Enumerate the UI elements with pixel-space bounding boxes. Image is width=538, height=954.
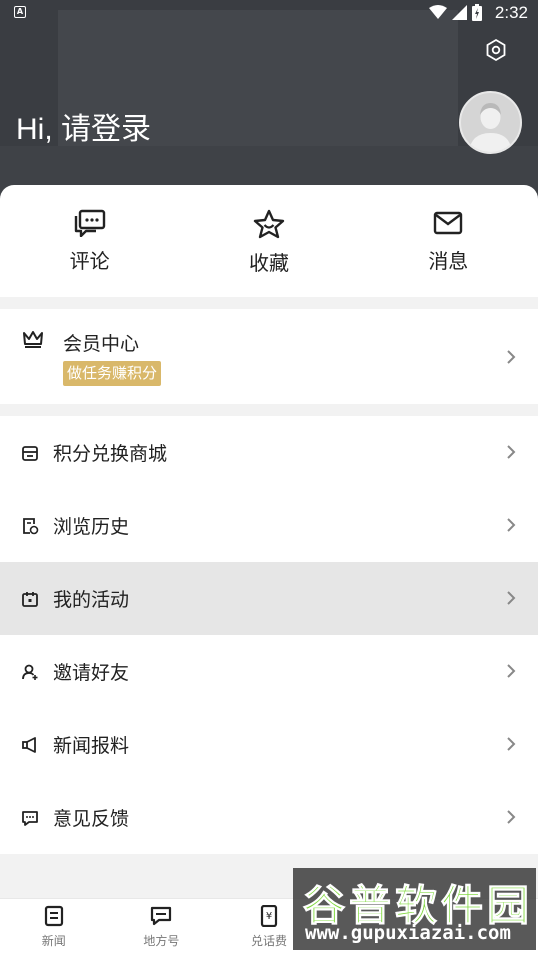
star-icon [253,209,285,239]
phone-yen-icon: ¥ [260,905,278,927]
avatar[interactable] [459,91,522,154]
nav-tab-local[interactable]: 地方号 [108,899,216,954]
profile-header: A 2:32 Hi, 请登录 [0,0,538,210]
feedback-icon [22,810,38,826]
chevron-right-icon [507,518,516,532]
member-task-badge[interactable]: 做任务赚积分 [63,361,162,386]
svg-text:¥: ¥ [266,911,272,922]
chat-icon [151,906,172,926]
menu-item-news-tip[interactable]: 新闻报料 [0,708,538,781]
watermark-url: www.gupuxiazai.com [305,922,511,944]
menu-item-label: 新闻报料 [53,735,130,757]
battery-icon [472,4,482,21]
history-icon [23,517,39,534]
menu-item-my-activities[interactable]: 我的活动 [0,562,538,635]
store-icon [22,445,38,461]
notification-icon: A [14,6,26,18]
nav-label: 兑话费 [250,934,287,948]
quick-action-favorite[interactable]: 收藏 [179,185,358,297]
avatar-silhouette-icon [469,103,512,152]
menu-item-label: 积分兑换商城 [53,443,168,465]
login-prompt[interactable]: Hi, 请登录 [16,104,151,148]
menu-item-points-store[interactable]: 积分兑换商城 [0,416,538,489]
invite-user-icon [22,664,38,680]
quick-action-label: 消息 [428,249,469,273]
nav-tab-news[interactable]: 新闻 [0,899,108,954]
settings-icon[interactable] [484,38,508,62]
menu-item-history[interactable]: 浏览历史 [0,489,538,562]
menu-item-feedback[interactable]: 意见反馈 [0,781,538,854]
crown-icon [23,331,43,348]
quick-action-label: 评论 [69,249,110,273]
menu-item-label: 我的活动 [53,589,130,611]
calendar-icon [22,591,38,607]
chevron-right-icon [507,810,516,824]
status-time: 2:32 [494,3,528,22]
quick-actions: 评论 收藏 消息 [0,185,538,297]
member-center-title: 会员中心 [63,333,140,355]
quick-action-message[interactable]: 消息 [359,185,538,297]
quick-action-label: 收藏 [248,251,289,275]
mail-icon [434,211,463,235]
signal-icon [452,5,467,20]
chevron-right-icon [507,445,516,459]
nav-label: 地方号 [143,934,180,948]
wifi-icon [429,5,447,19]
comment-icon [74,209,105,237]
chevron-right-icon [507,350,516,364]
menu-item-label: 浏览历史 [53,516,130,538]
chevron-right-icon [507,664,516,678]
megaphone-icon [22,736,36,753]
watermark: 谷普软件园 www.gupuxiazai.com [293,868,536,950]
menu-list: 积分兑换商城 浏览历史 我的活动 邀请好友 新闻报料 意见反馈 [0,416,538,854]
menu-item-invite-friends[interactable]: 邀请好友 [0,635,538,708]
chevron-right-icon [507,591,516,605]
chevron-right-icon [507,737,516,751]
news-icon [44,905,63,927]
nav-label: 新闻 [41,934,66,948]
system-icons [429,4,482,21]
menu-item-label: 邀请好友 [53,662,130,684]
member-center[interactable]: 会员中心 做任务赚积分 [0,309,538,404]
quick-action-comment[interactable]: 评论 [0,185,179,297]
status-bar: A 2:32 [0,0,538,28]
menu-item-label: 意见反馈 [53,808,130,830]
